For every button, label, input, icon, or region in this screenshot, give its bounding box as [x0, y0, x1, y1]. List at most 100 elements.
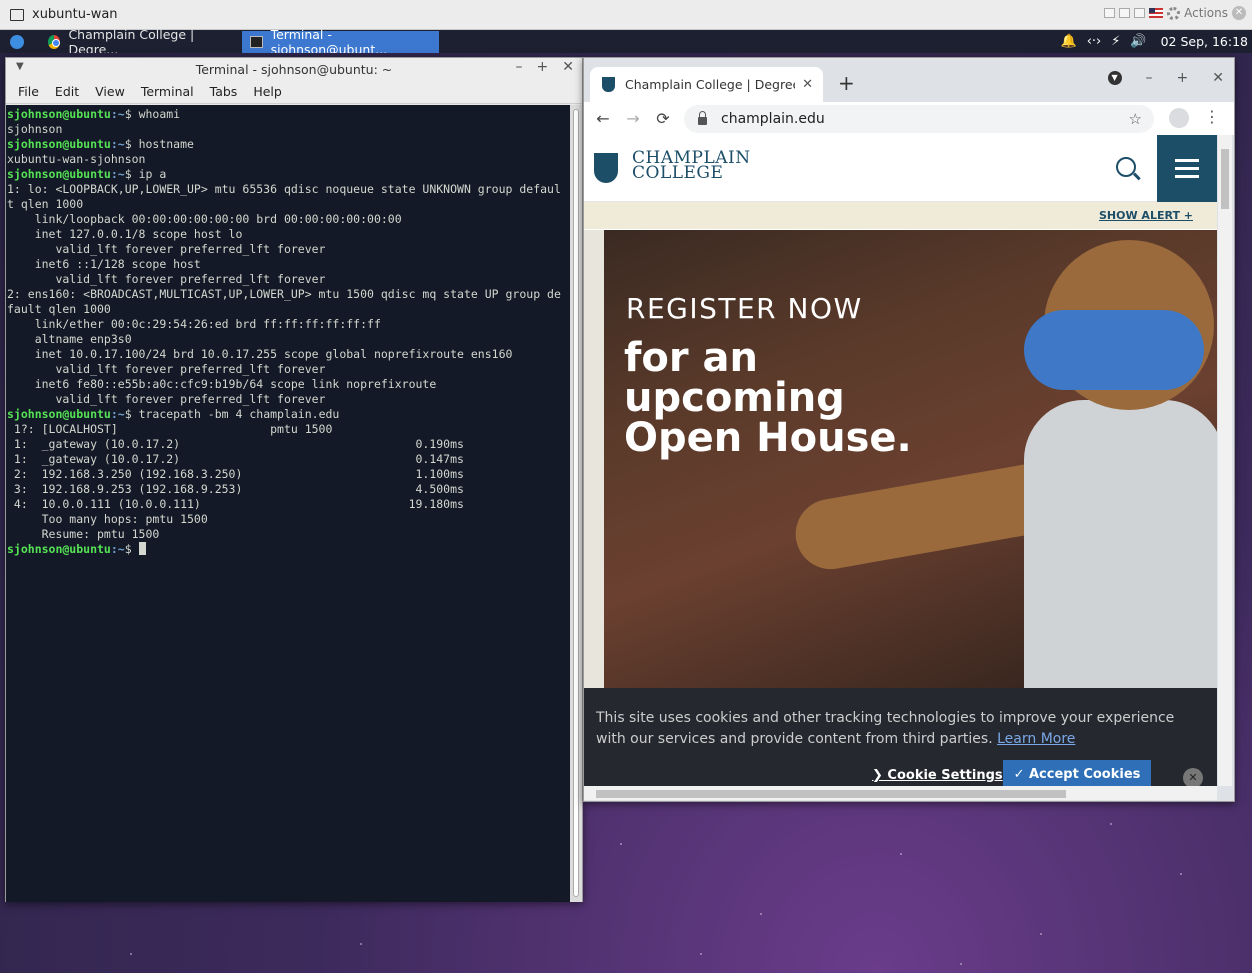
new-tab-button[interactable]: + — [838, 71, 855, 95]
prompt-path: :~ — [110, 542, 125, 556]
accept-cookies-button[interactable]: ✓ Accept Cookies — [1003, 760, 1151, 786]
terminal-line-text: Resume: pmtu 1500 — [7, 527, 160, 541]
alert-bar: SHOW ALERT + — [584, 202, 1217, 229]
whisker-menu-icon[interactable] — [10, 34, 24, 49]
hero-kicker: REGISTER NOW — [626, 292, 863, 325]
terminal-line-text: altname enp3s0 — [7, 332, 132, 346]
minimize-icon[interactable]: – — [516, 59, 523, 75]
bookmark-star-icon[interactable]: ☆ — [1129, 110, 1142, 128]
site-header: CHAMPLAIN COLLEGE — [584, 135, 1217, 202]
back-arrow-icon[interactable]: ← — [592, 109, 614, 128]
xfce-panel: Champlain College | Degre... Terminal - … — [0, 27, 1252, 57]
terminal-window: ▼ Terminal - sjohnson@ubuntu: ~ – + ✕ Fi… — [5, 57, 583, 902]
reload-icon[interactable]: ⟳ — [652, 109, 674, 128]
terminal-titlebar[interactable]: ▼ Terminal - sjohnson@ubuntu: ~ – + ✕ — [6, 58, 582, 80]
close-icon[interactable]: ✕ — [1212, 70, 1224, 86]
terminal-line: 3: 192.168.9.253 (192.168.9.253) 4.500ms — [7, 482, 572, 497]
terminal-line-text: 3: 192.168.9.253 (192.168.9.253) 4.500ms — [7, 482, 464, 496]
menu-edit[interactable]: Edit — [47, 84, 87, 99]
tab-close-icon[interactable]: ✕ — [802, 77, 813, 92]
system-tray: 🔔 ‹·› ⚡ 🔊 02 Sep, 16:18 — [1061, 30, 1248, 53]
taskbar-item-label: Terminal - sjohnson@ubunt... — [270, 26, 388, 57]
vm-close-icon[interactable]: ✕ — [1232, 6, 1246, 20]
hero-headline-2: upcoming — [624, 375, 845, 421]
terminal-scrollbar-thumb[interactable] — [573, 109, 579, 897]
power-icon[interactable]: ⚡ — [1111, 34, 1120, 49]
prompt-user: sjohnson@ubuntu — [7, 407, 111, 421]
page-horizontal-scrollbar[interactable] — [584, 786, 1217, 800]
terminal-line: sjohnson — [7, 122, 572, 137]
gear-icon[interactable] — [1167, 6, 1181, 20]
terminal-line-text: $ — [124, 542, 139, 556]
chrome-menu-icon[interactable]: ⋮ — [1204, 107, 1220, 126]
clock[interactable]: 02 Sep, 16:18 — [1161, 34, 1248, 49]
terminal-line-text: 1: _gateway (10.0.17.2) 0.190ms — [7, 437, 464, 451]
page-vertical-scrollbar[interactable] — [1218, 135, 1232, 786]
lock-icon[interactable] — [698, 111, 707, 125]
address-bar[interactable]: champlain.edu ☆ — [684, 105, 1154, 133]
maximize-icon[interactable]: + — [1177, 70, 1189, 86]
profile-avatar-icon[interactable] — [1169, 108, 1189, 128]
hero-banner[interactable]: REGISTER NOW for an upcoming Open House. — [584, 230, 1217, 688]
learn-more-link[interactable]: Learn More — [997, 731, 1075, 747]
minimize-icon[interactable]: – — [1146, 70, 1153, 86]
page-vertical-scrollbar-thumb[interactable] — [1221, 149, 1229, 209]
forward-arrow-icon[interactable]: → — [622, 109, 644, 128]
maximize-icon[interactable]: + — [537, 59, 549, 75]
terminal-line-text: inet6 ::1/128 scope host — [7, 257, 201, 271]
window-menu-icon[interactable]: ▼ — [16, 61, 24, 72]
menu-tabs[interactable]: Tabs — [202, 84, 246, 99]
vm-window-titlebar: xubuntu-wan Actions ✕ — [0, 0, 1252, 30]
notification-bell-icon[interactable]: 🔔 — [1061, 34, 1077, 49]
network-icon[interactable]: ‹·› — [1087, 34, 1102, 49]
cookie-text: This site uses cookies and other trackin… — [596, 710, 1175, 747]
champlain-shield-logo[interactable] — [594, 153, 618, 183]
terminal-window-buttons: – + ✕ — [516, 59, 574, 75]
cookie-close-icon[interactable]: ✕ — [1183, 768, 1203, 786]
terminal-line-text: $ tracepath -bm 4 champlain.edu — [124, 407, 340, 421]
terminal-output[interactable]: sjohnson@ubuntu:~$ whoami sjohnson sjohnso… — [6, 105, 572, 902]
menu-view[interactable]: View — [87, 84, 133, 99]
page-horizontal-scrollbar-thumb[interactable] — [596, 790, 1066, 798]
url-text[interactable]: champlain.edu — [721, 111, 825, 127]
tab-search-icon[interactable]: ▼ — [1107, 71, 1122, 85]
prompt-user: sjohnson@ubuntu — [7, 542, 111, 556]
tab-champlain[interactable]: Champlain College | Degree Pr ✕ — [590, 67, 823, 102]
vm-window-icon — [10, 8, 24, 21]
show-alert-link[interactable]: SHOW ALERT + — [1099, 209, 1193, 222]
terminal-line: valid_lft forever preferred_lft forever — [7, 272, 572, 287]
volume-icon[interactable]: 🔊 — [1130, 34, 1146, 49]
terminal-title: Terminal - sjohnson@ubuntu: ~ — [195, 61, 393, 77]
vm-fullscreen-icon[interactable] — [1104, 8, 1116, 18]
terminal-line-text: $ whoami — [124, 107, 181, 121]
prompt-path: :~ — [110, 137, 125, 151]
hamburger-menu-button[interactable] — [1157, 135, 1217, 202]
terminal-line: 4: 10.0.0.111 (10.0.0.111) 19.180ms — [7, 497, 572, 512]
terminal-line: inet6 fe80::e55b:a0c:cfc9:b19b/64 scope … — [7, 377, 572, 392]
terminal-line: 1?: [LOCALHOST] pmtu 1500 — [7, 422, 572, 437]
terminal-line-text: valid_lft forever preferred_lft forever — [7, 392, 326, 406]
site-logo-text[interactable]: CHAMPLAIN COLLEGE — [632, 150, 751, 182]
taskbar-item-terminal[interactable]: Terminal - sjohnson@ubunt... — [242, 27, 439, 57]
taskbar-item-chrome[interactable]: Champlain College | Degre... — [40, 27, 236, 57]
terminal-scrollbar[interactable] — [570, 105, 582, 902]
terminal-line: 2: ens160: <BROADCAST,MULTICAST,UP,LOWER… — [7, 287, 572, 302]
menu-terminal[interactable]: Terminal — [133, 84, 202, 99]
terminal-icon — [250, 35, 263, 48]
terminal-line-text: sjohnson — [7, 122, 63, 136]
vm-window-mode-icon[interactable] — [1119, 8, 1131, 18]
vm-unity-icon[interactable] — [1134, 8, 1146, 18]
keyboard-layout-flag-icon[interactable] — [1149, 8, 1164, 18]
cookie-settings-link[interactable]: ❯ Cookie Settings — [872, 768, 1003, 783]
mascot-mask — [1024, 310, 1204, 390]
terminal-line-text: $ ip a — [124, 167, 167, 181]
menu-help[interactable]: Help — [245, 84, 290, 99]
mascot-shirt — [1024, 400, 1217, 688]
menu-file[interactable]: File — [10, 84, 47, 99]
terminal-line: inet6 ::1/128 scope host — [7, 257, 572, 272]
close-icon[interactable]: ✕ — [562, 59, 574, 75]
vm-actions-menu[interactable]: Actions — [1184, 6, 1228, 20]
page-viewport: CHAMPLAIN COLLEGE SHOW ALERT + REGISTER … — [584, 135, 1217, 786]
terminal-line: Resume: pmtu 1500 — [7, 527, 572, 542]
search-icon[interactable] — [1116, 157, 1136, 177]
